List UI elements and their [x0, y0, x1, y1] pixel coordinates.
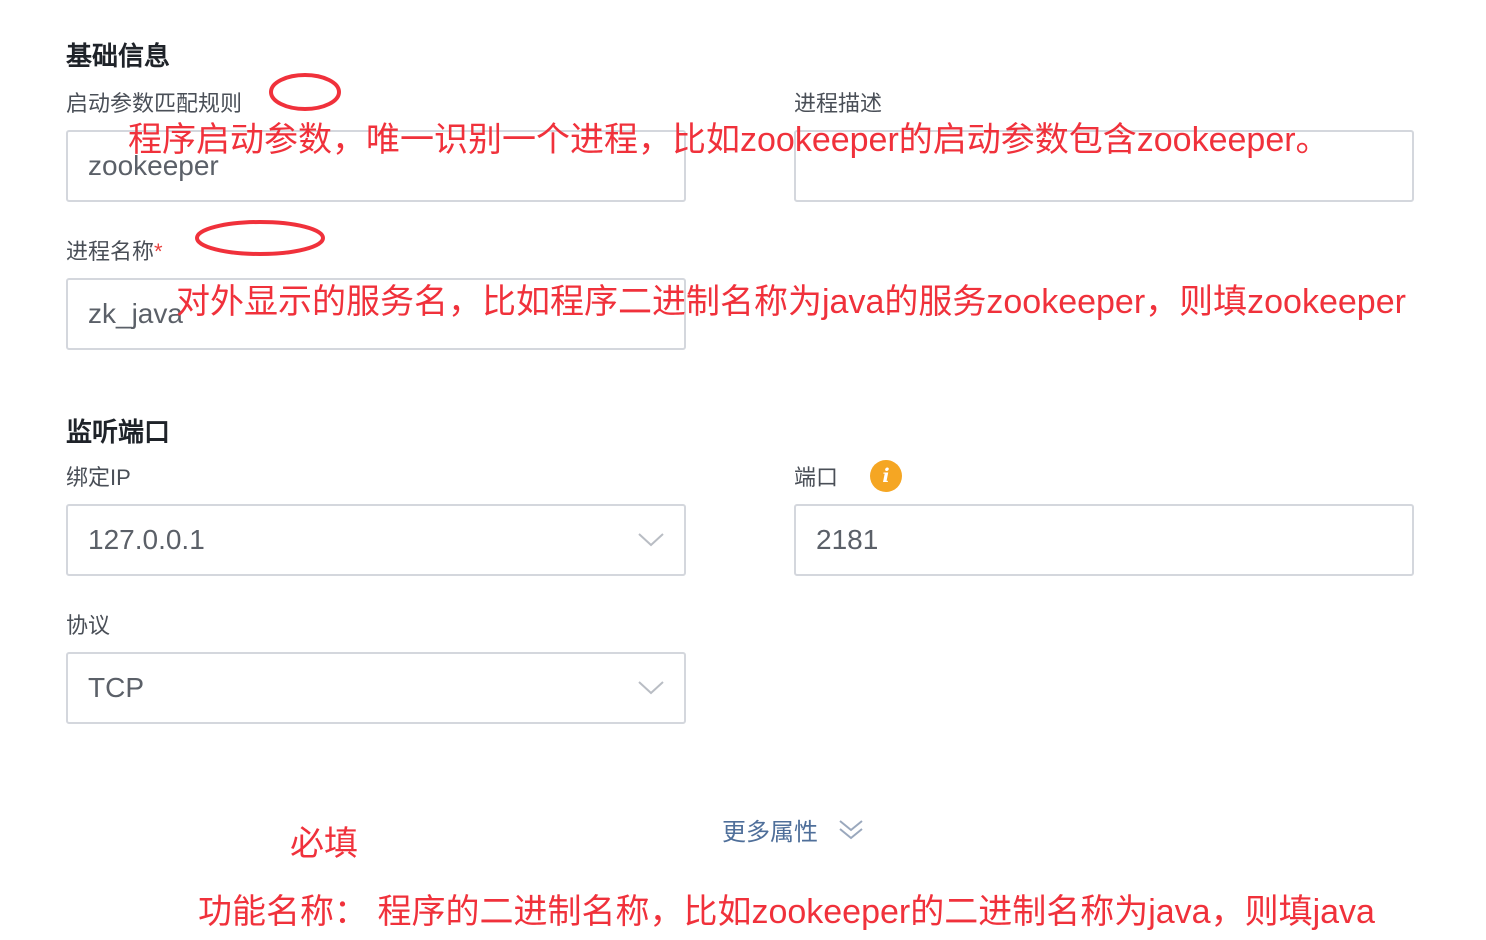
- annotation-circle-process-name: [195, 220, 325, 256]
- info-icon-glyph: i: [882, 465, 890, 487]
- protocol-value: TCP: [88, 672, 144, 703]
- more-properties-toggle[interactable]: 更多属性: [722, 812, 864, 847]
- info-icon[interactable]: i: [870, 460, 902, 492]
- annotation-process-name-note: 对外显示的服务名，比如程序二进制名称为java的服务zookeeper，则填zo…: [176, 283, 1406, 321]
- listen-port-title: 监听端口: [66, 417, 171, 447]
- process-name-label: 进程名称: [66, 239, 155, 264]
- bind-ip-value: 127.0.0.1: [88, 524, 205, 555]
- basic-info-title: 基础信息: [66, 41, 171, 71]
- annotation-required-note: 必填: [290, 825, 358, 863]
- process-name-label-wrap: 进程名称*: [66, 234, 163, 266]
- protocol-select[interactable]: TCP: [66, 652, 686, 724]
- annotation-start-param-note: 程序启动参数，唯一识别一个进程，比如zookeeper的启动参数包含zookee…: [128, 121, 1330, 159]
- process-name-value: zk_java: [88, 298, 183, 329]
- required-star: *: [154, 239, 163, 264]
- port-value: 2181: [816, 524, 879, 555]
- bind-ip-select[interactable]: 127.0.0.1: [66, 504, 686, 576]
- double-chevron-down-icon: [839, 819, 863, 839]
- protocol-label: 协议: [66, 613, 111, 638]
- chevron-down-icon[interactable]: [638, 681, 664, 695]
- annotation-function-name-note: 功能名称： 程序的二进制名称，比如zookeeper的二进制名称为java，则填…: [198, 893, 1375, 931]
- port-label: 端口: [794, 465, 839, 490]
- port-input[interactable]: 2181: [794, 504, 1414, 576]
- more-properties-label: 更多属性: [722, 819, 818, 846]
- chevron-down-icon[interactable]: [638, 533, 664, 547]
- bind-ip-label: 绑定IP: [66, 465, 131, 490]
- annotation-circle-start-param: [269, 73, 341, 111]
